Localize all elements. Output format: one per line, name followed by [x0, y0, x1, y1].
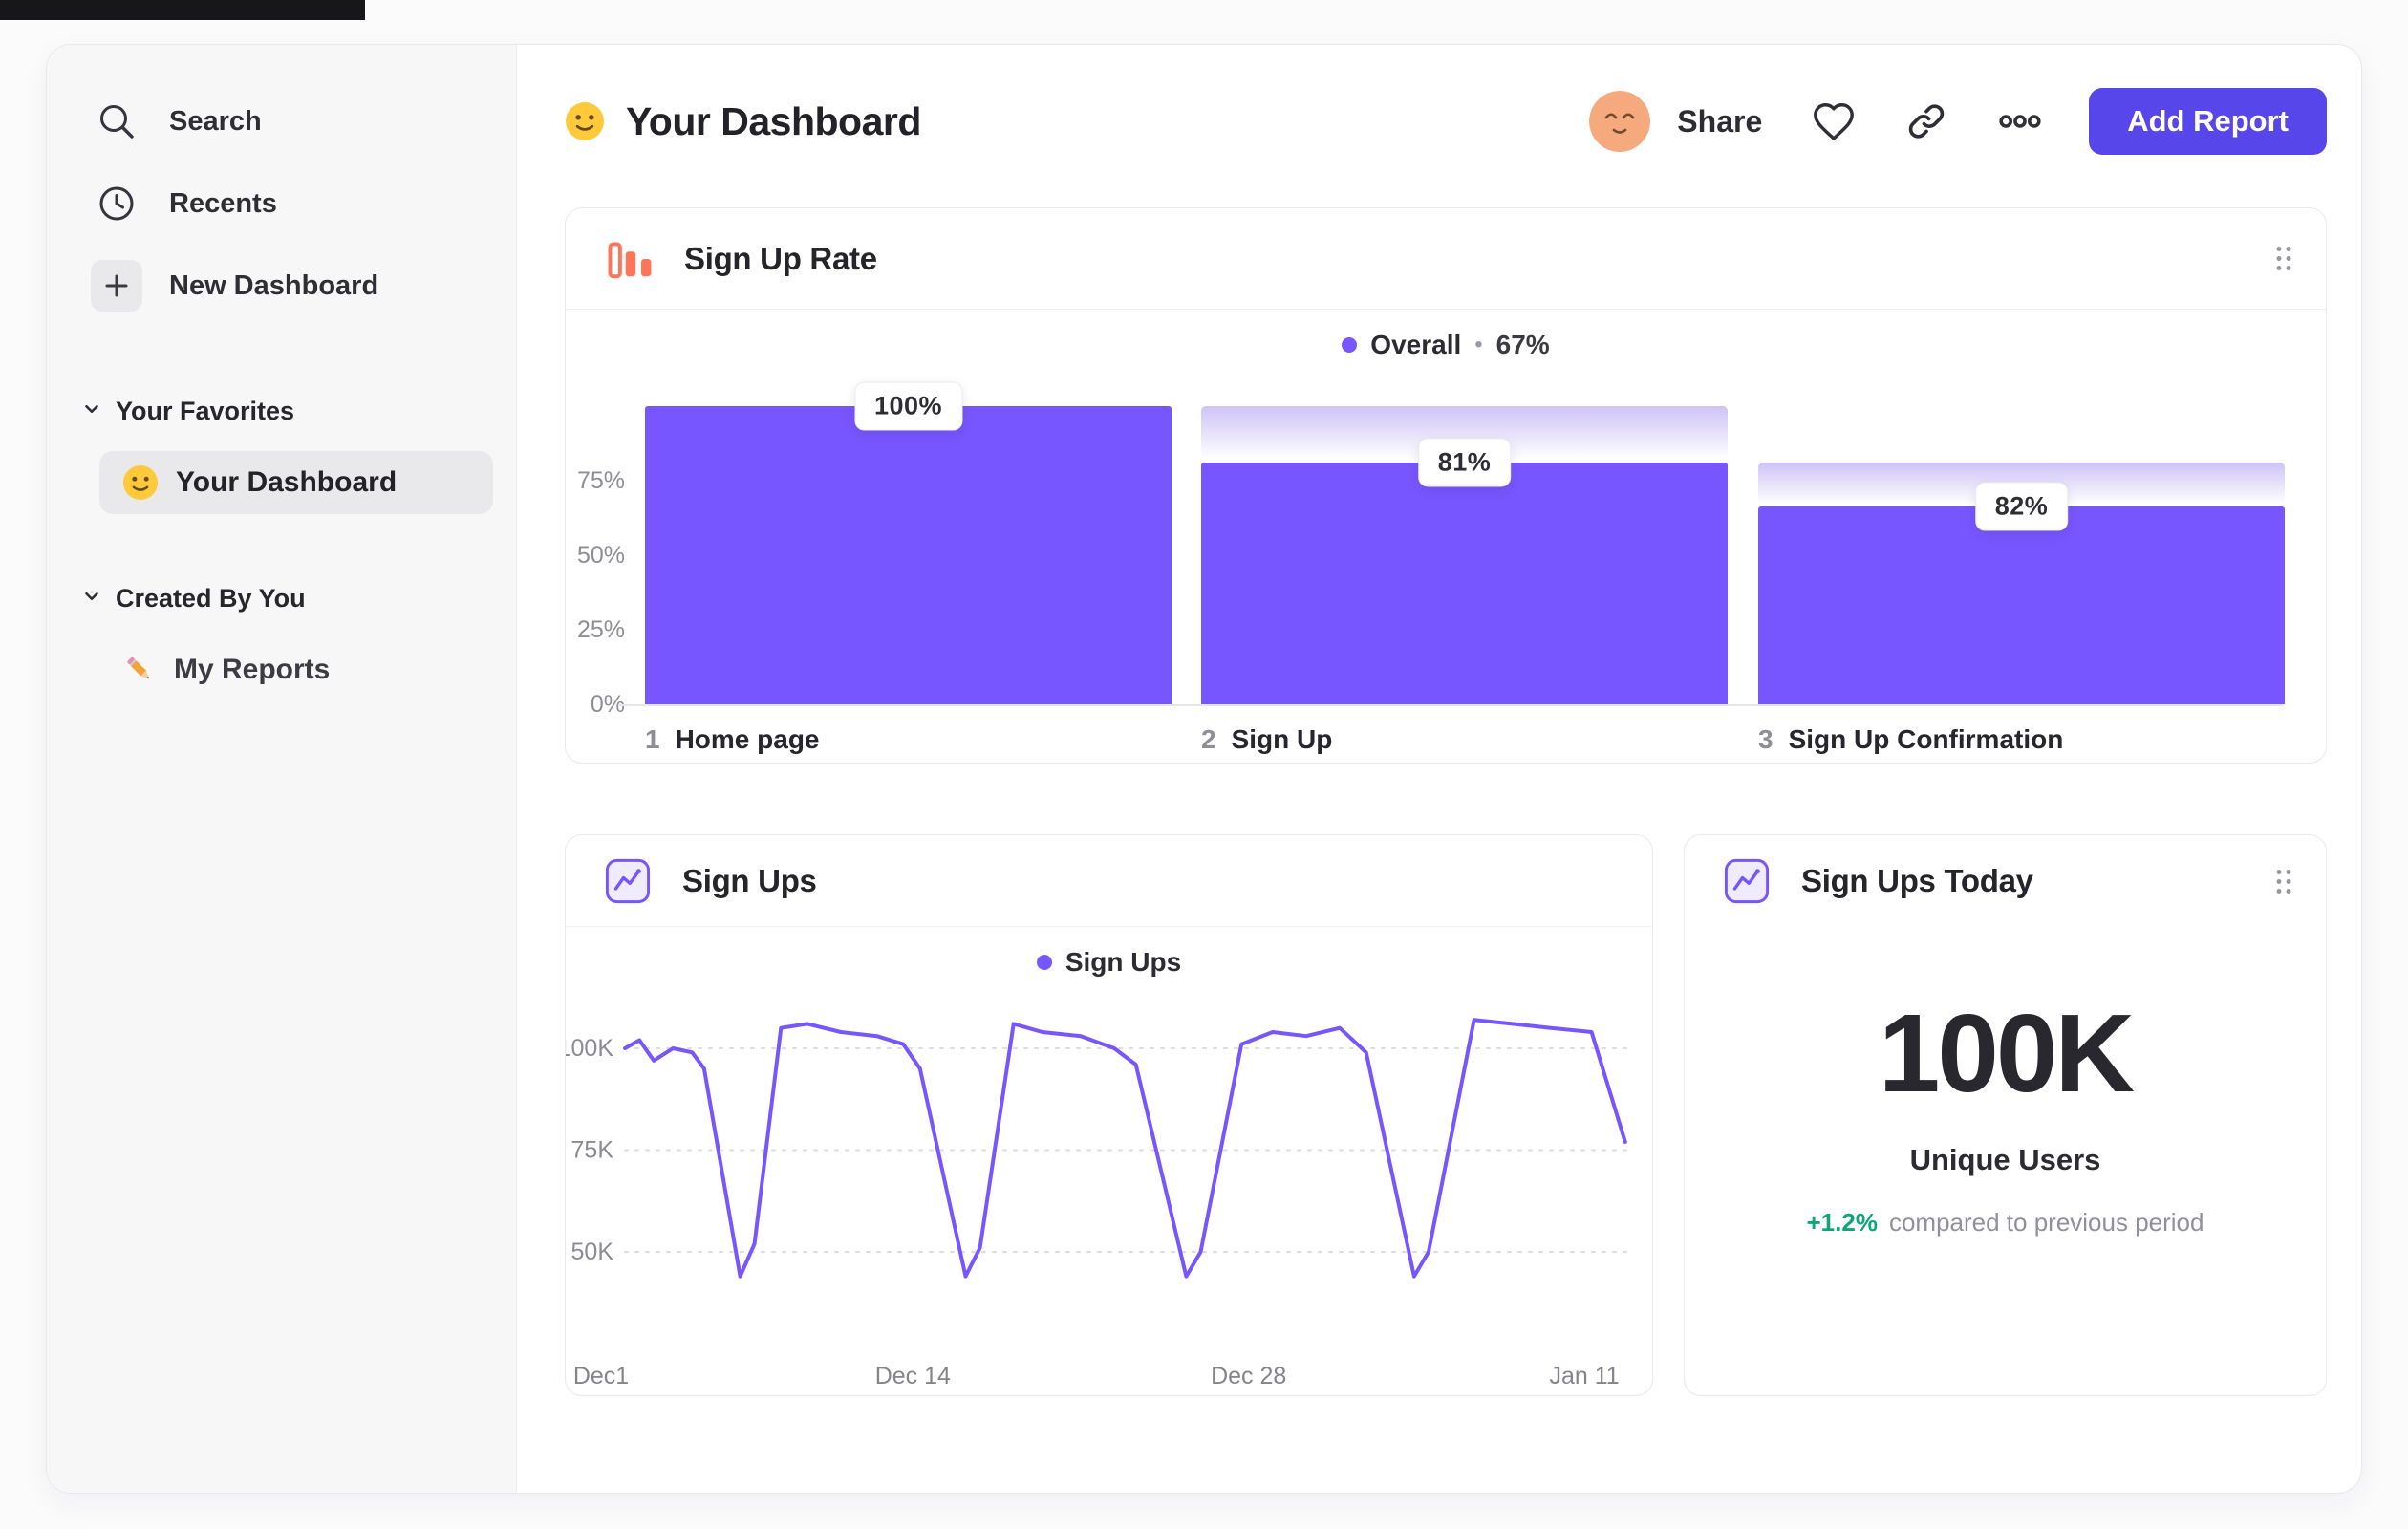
- funnel-step-index: 2: [1201, 724, 1216, 754]
- signups-chart[interactable]: 100K 75K 50K Dec1 Dec 14 Dec 28 Jan 11: [566, 998, 1652, 1395]
- sidebar-item-label: Search: [169, 105, 262, 137]
- card-header: Sign Ups Today: [1685, 835, 2326, 927]
- add-report-button[interactable]: Add Report: [2089, 88, 2327, 155]
- sidebar-nav: Search Recents New Dashboard: [47, 80, 516, 327]
- funnel-y-tick-label: 50%: [576, 542, 625, 569]
- funnel-bar[interactable]: [1201, 463, 1728, 704]
- card-title: Sign Ups Today: [1801, 863, 2033, 898]
- card-header: Sign Up Rate: [566, 208, 2326, 310]
- link-icon[interactable]: [1905, 100, 1947, 142]
- funnel-chart-icon: [604, 234, 654, 284]
- avatar[interactable]: [1589, 91, 1651, 152]
- header-actions: Share Add Report: [1589, 88, 2327, 155]
- funnel-step-label: 2 Sign Up: [1201, 724, 1332, 755]
- legend-dot: [1036, 955, 1052, 970]
- section-title: Your Favorites: [116, 396, 295, 425]
- sidebar-item-label: New Dashboard: [169, 269, 379, 301]
- sidebar-item-label: My Reports: [174, 654, 331, 685]
- funnel-step-index: 3: [1758, 724, 1774, 754]
- legend-dot: [1342, 337, 1358, 353]
- legend-value: 67%: [1495, 330, 1550, 359]
- share-button[interactable]: Share: [1677, 104, 1762, 140]
- dashboard-header: Your Dashboard Share Add Report: [565, 81, 2327, 162]
- delta-description: compared to previous period: [1888, 1208, 2204, 1237]
- line-x-tick-label: Dec 14: [874, 1363, 951, 1389]
- funnel-y-tick-label: 0%: [590, 691, 625, 718]
- funnel-step-name: Sign Up: [1231, 724, 1333, 754]
- metric-delta-row: +1.2% compared to previous period: [1807, 1208, 2204, 1238]
- funnel-step-index: 1: [645, 724, 660, 754]
- ellipsis-icon[interactable]: [1997, 98, 2043, 144]
- sidebar-item-label: Your Dashboard: [176, 466, 398, 498]
- sidebar-section-header-your-favorites[interactable]: Your Favorites: [47, 384, 516, 438]
- chevron-down-icon: [81, 584, 102, 614]
- signups-chart-svg[interactable]: 100K 75K 50K: [566, 998, 1651, 1323]
- signups-line-series[interactable]: [623, 1018, 1627, 1279]
- smiley-icon: [565, 101, 605, 141]
- funnel-step-name: Sign Up Confirmation: [1788, 724, 2064, 754]
- cards-row: Sign Ups Sign Ups 100K75K50K Dec1Dec 14D…: [565, 834, 2327, 1396]
- sidebar: Search Recents New Dashboard Your Favori…: [47, 45, 517, 1493]
- signup-rate-card: Sign Up Rate Overall • 67% 75% 50% 25% 0% 10…: [565, 207, 2327, 764]
- funnel-plot[interactable]: 75% 50% 25% 0% 100% 1 Home page 81% 2 Sign Up 82% 3…: [566, 380, 2326, 763]
- legend-label: Sign Ups: [1064, 947, 1182, 977]
- funnel-bar[interactable]: [1758, 506, 2285, 704]
- line-y-tick-label: 50K: [571, 1238, 614, 1265]
- card-title: Sign Ups: [682, 862, 817, 898]
- sidebar-item-label: Recents: [169, 187, 277, 219]
- search-icon: [91, 96, 142, 147]
- line-x-tick-label: Jan 11: [1549, 1363, 1620, 1389]
- metric-body: 100K Unique Users +1.2% compared to prev…: [1685, 927, 2326, 1238]
- sidebar-section-header-created-by-you[interactable]: Created By You: [47, 571, 516, 625]
- signups-today-card: Sign Ups Today 100K Unique Users +1.2% c…: [1684, 834, 2327, 1396]
- drag-handle-icon[interactable]: [2274, 245, 2293, 272]
- sidebar-section-favorites: Your Favorites Your Dashboard: [47, 384, 516, 514]
- line-chart-icon: [604, 857, 652, 905]
- line-legend: Sign Ups: [566, 927, 1652, 998]
- sidebar-item-my-reports[interactable]: My Reports: [99, 638, 493, 701]
- line-y-tick-label: 100K: [566, 1035, 613, 1062]
- metric-value: 100K: [1878, 991, 2135, 1115]
- line-chart-icon: [1723, 857, 1771, 905]
- titlebar-strip: [0, 0, 365, 20]
- funnel-value-label: 81%: [1417, 438, 1512, 487]
- clock-icon: [91, 178, 142, 229]
- funnel-bar[interactable]: [645, 406, 1172, 704]
- line-x-tick-label: Dec 28: [1211, 1363, 1287, 1389]
- funnel-step-name: Home page: [675, 724, 820, 754]
- funnel-y-tick-label: 75%: [576, 467, 625, 494]
- signups-card: Sign Ups Sign Ups 100K75K50K Dec1Dec 14D…: [565, 834, 1653, 1396]
- main-content: Your Dashboard Share Add Report Sign Up …: [517, 45, 2361, 1493]
- funnel-value-label: 82%: [1974, 482, 2069, 531]
- section-title: Created By You: [116, 583, 306, 613]
- sidebar-item-new-dashboard[interactable]: New Dashboard: [47, 245, 516, 327]
- pencil-icon: [122, 653, 157, 687]
- page-title: Your Dashboard: [626, 98, 921, 143]
- sidebar-item-search[interactable]: Search: [47, 80, 516, 162]
- drag-handle-icon[interactable]: [2274, 868, 2293, 895]
- sidebar-item-your-dashboard[interactable]: Your Dashboard: [99, 451, 493, 514]
- delta-value: +1.2%: [1806, 1208, 1878, 1237]
- chevron-down-icon: [81, 397, 102, 426]
- app-window: Search Recents New Dashboard Your Favori…: [46, 44, 2362, 1494]
- funnel-legend: Overall • 67%: [566, 310, 2326, 380]
- funnel-y-tick-label: 25%: [576, 616, 625, 643]
- legend-label: Overall: [1370, 330, 1462, 359]
- funnel-step-label: 3 Sign Up Confirmation: [1758, 724, 2063, 755]
- legend-separator: •: [1474, 332, 1483, 357]
- metric-label: Unique Users: [1909, 1143, 2101, 1176]
- funnel-step-label: 1 Home page: [645, 724, 820, 755]
- sidebar-item-recents[interactable]: Recents: [47, 162, 516, 245]
- smiley-icon: [122, 464, 159, 501]
- line-x-tick-label: Dec1: [572, 1363, 630, 1389]
- heart-icon[interactable]: [1812, 99, 1856, 143]
- funnel-baseline: [618, 704, 2284, 706]
- line-y-tick-label: 75K: [571, 1137, 614, 1164]
- sidebar-section-created-by-you: Created By You My Reports: [47, 571, 516, 701]
- plus-icon: [91, 260, 142, 312]
- card-header: Sign Ups: [566, 835, 1652, 927]
- funnel-value-label: 100%: [853, 381, 963, 431]
- line-x-labels: Dec1 Dec 14 Dec 28 Jan 11: [566, 1363, 1652, 1391]
- card-title: Sign Up Rate: [684, 240, 877, 276]
